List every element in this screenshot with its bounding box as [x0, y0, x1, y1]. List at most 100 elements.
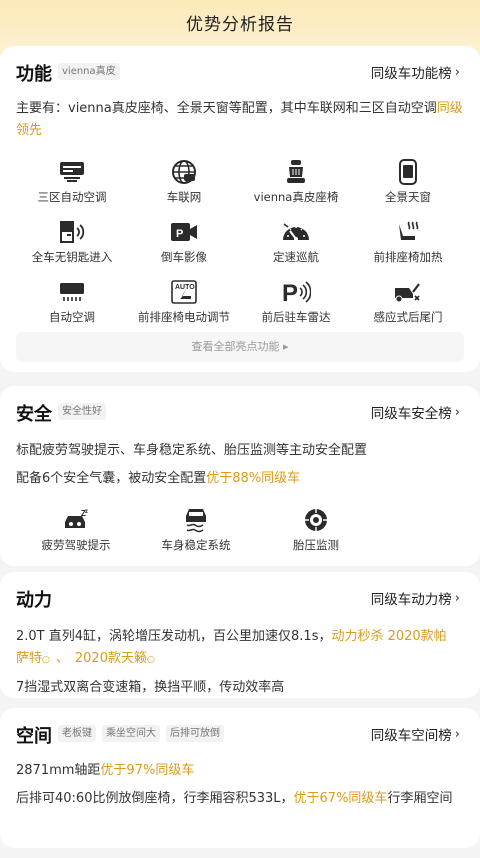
feature-label: 前排座椅加热 [373, 250, 443, 264]
power-card: 动力 同级车动力榜 › 2.0T 直列4缸，涡轮增压发动机，百公里加速仅8.1s… [0, 572, 480, 698]
page-title: 优势分析报告 [186, 15, 294, 35]
feature-label: 定速巡航 [273, 250, 319, 264]
compare-link-passat[interactable]: 萨特 [16, 651, 42, 666]
space-title: 空间 [16, 726, 52, 747]
feature-label: 疲劳驾驶提示 [41, 538, 111, 552]
power-separator: 、 [55, 651, 69, 666]
feature-label: 前排座椅电动调节 [138, 310, 230, 324]
feature-item[interactable]: AUTO 前排座椅电动调节 [128, 278, 240, 330]
function-rank-link[interactable]: 同级车功能榜 › [370, 62, 460, 83]
power-card-header: 动力 同级车动力榜 › [16, 582, 464, 612]
sunroof-icon [352, 158, 464, 186]
tire-pressure-icon [256, 506, 376, 534]
svg-text:P: P [282, 280, 298, 305]
power-line-1: 2.0T 直列4缸，涡轮增压发动机，百公里加速仅8.1s，动力秒杀 2020款帕 [16, 626, 464, 648]
feature-item[interactable]: 定速巡航 [240, 218, 352, 270]
function-summary-text: 主要有：vienna真皮座椅、全景天窗等配置，其中车联网和三区自动空调 [16, 101, 437, 116]
search-icon: ○ [42, 655, 50, 665]
feature-label: 感应式后尾门 [373, 310, 443, 324]
svg-text:z: z [85, 509, 88, 515]
tag: vienna真皮 [58, 63, 120, 80]
function-summary: 主要有：vienna真皮座椅、全景天窗等配置，其中车联网和三区自动空调同级领先 [16, 98, 464, 142]
space-line-2-text: 后排可40:60比例放倒座椅，行李厢容积533L， [16, 791, 294, 806]
feature-label: 车联网 [166, 190, 202, 204]
tag: 后排可放倒 [166, 725, 224, 742]
space-line-2-highlight: 优于67%同级车 [293, 791, 388, 806]
feature-item[interactable]: 车身稳定系统 [136, 506, 256, 558]
space-line-2-suffix: 行李厢空间 [387, 791, 453, 806]
feature-label: 全车无钥匙进入 [31, 250, 113, 264]
feature-label: 自动空调 [49, 310, 95, 324]
feature-item[interactable]: 车联网 [128, 158, 240, 210]
feature-item[interactable]: 胎压监测 [256, 506, 376, 558]
safety-rank-link-label: 同级车安全榜 [370, 406, 452, 422]
stability-icon [136, 506, 256, 534]
feature-item[interactable]: 三区自动空调 [16, 158, 128, 210]
power-line-1-text: 2.0T 直列4缸，涡轮增压发动机，百公里加速仅8.1s， [16, 629, 332, 644]
tag: 安全性好 [58, 403, 106, 420]
feature-item[interactable]: P 倒车影像 [128, 218, 240, 270]
feature-label: 全景天窗 [385, 190, 431, 204]
globe-car-icon [128, 158, 240, 186]
feature-label: 前后驻车雷达 [261, 310, 331, 324]
space-line-1: 2871mm轴距优于97%同级车 [16, 760, 464, 782]
space-tags: 老板键 乘坐空间大 后排可放倒 [58, 725, 224, 742]
power-title: 动力 [16, 590, 52, 611]
parking-radar-icon: P [240, 278, 352, 306]
function-title: 功能 [16, 64, 52, 85]
feature-item[interactable]: 感应式后尾门 [352, 278, 464, 330]
feature-grid: 三区自动空调 车联网 vienna真皮座椅 全景天窗 全车无钥匙进入 P 倒车影… [16, 158, 464, 330]
leather-seat-icon [240, 158, 352, 186]
feature-label: 胎压监测 [293, 538, 339, 552]
view-all-features-button[interactable]: 查看全部亮点功能 ▸ [16, 332, 464, 362]
space-line-1-text: 2871mm轴距 [16, 763, 101, 778]
function-card-header: 功能 vienna真皮 同级车功能榜 › [16, 56, 464, 86]
feature-item[interactable]: 全车无钥匙进入 [16, 218, 128, 270]
feature-item[interactable]: P 前后驻车雷达 [240, 278, 352, 330]
feature-label: 倒车影像 [161, 250, 207, 264]
ac-panel-icon [16, 158, 128, 186]
power-rank-link-label: 同级车动力榜 [370, 592, 452, 608]
power-rank-link[interactable]: 同级车动力榜 › [370, 588, 460, 609]
power-line-1-highlight[interactable]: 动力秒杀 2020款帕 [331, 629, 446, 644]
power-line-2: 萨特○、 2020款天籁○ [16, 648, 464, 671]
cruise-gauge-icon [240, 218, 352, 246]
space-line-1-highlight: 优于97%同级车 [100, 763, 195, 778]
feature-label: vienna真皮座椅 [253, 190, 339, 204]
safety-line-1: 标配疲劳驾驶提示、车身稳定系统、胎压监测等主动安全配置 [16, 443, 368, 458]
safety-tags: 安全性好 [58, 403, 106, 420]
function-rank-link-label: 同级车功能榜 [370, 66, 452, 82]
safety-line-2-highlight: 优于88%同级车 [206, 471, 301, 486]
function-card: 功能 vienna真皮 同级车功能榜 › 主要有：vienna真皮座椅、全景天窗… [0, 46, 480, 372]
feature-item[interactable]: Zz 疲劳驾驶提示 [16, 506, 136, 558]
space-card: 空间 老板键 乘坐空间大 后排可放倒 同级车空间榜 › 2871mm轴距优于97… [0, 708, 480, 848]
keyless-door-icon [16, 218, 128, 246]
space-rank-link[interactable]: 同级车空间榜 › [370, 724, 460, 745]
feature-label: 三区自动空调 [37, 190, 107, 204]
safety-card-header: 安全 安全性好 同级车安全榜 › [16, 396, 464, 426]
tag: 老板键 [58, 725, 96, 742]
feature-label: 车身稳定系统 [161, 538, 231, 552]
feature-item[interactable]: vienna真皮座椅 [240, 158, 352, 210]
chevron-right-icon: › [454, 726, 460, 742]
space-rank-link-label: 同级车空间榜 [370, 728, 452, 744]
svg-text:P: P [176, 228, 183, 240]
feature-item[interactable]: 自动空调 [16, 278, 128, 330]
chevron-right-icon: › [454, 404, 460, 420]
svg-text:AUTO: AUTO [175, 284, 195, 291]
safety-line-2-text: 配备6个安全气囊，被动安全配置 [16, 471, 207, 486]
feature-item[interactable]: 全景天窗 [352, 158, 464, 210]
tag: 乘坐空间大 [102, 725, 160, 742]
safety-feature-grid: Zz 疲劳驾驶提示 车身稳定系统 胎压监测 [16, 506, 464, 558]
safety-line-2: 配备6个安全气囊，被动安全配置优于88%同级车 [16, 468, 464, 490]
seat-heat-icon [352, 218, 464, 246]
auto-ac-icon [16, 278, 128, 306]
feature-item[interactable]: 前排座椅加热 [352, 218, 464, 270]
space-card-header: 空间 老板键 乘坐空间大 后排可放倒 同级车空间榜 › [16, 718, 464, 748]
safety-rank-link[interactable]: 同级车安全榜 › [370, 402, 460, 423]
safety-card: 安全 安全性好 同级车安全榜 › 标配疲劳驾驶提示、车身稳定系统、胎压监测等主动… [0, 386, 480, 566]
fatigue-icon: Zz [16, 506, 136, 534]
space-line-2: 后排可40:60比例放倒座椅，行李厢容积533L，优于67%同级车行李厢空间 [16, 788, 464, 810]
reverse-camera-icon: P [128, 218, 240, 246]
compare-link-teana[interactable]: 2020款天籁 [75, 651, 147, 666]
